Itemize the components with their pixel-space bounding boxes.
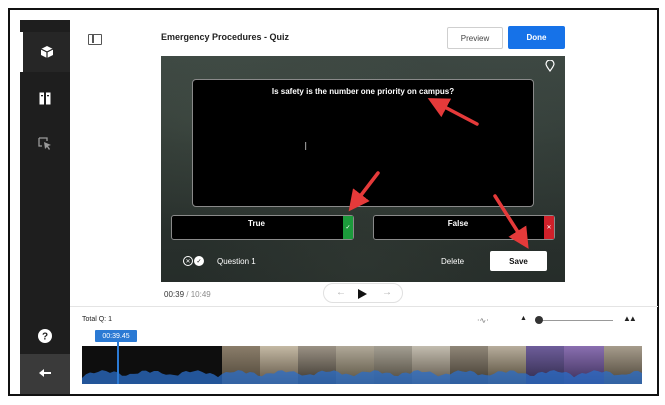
sidebar-item-hotspots[interactable] <box>20 124 70 164</box>
preview-button[interactable]: Preview <box>447 27 503 49</box>
question-footer: ✕ ✓ Question 1 Delete Save <box>161 249 565 277</box>
current-time: 00:39 <box>164 290 185 299</box>
total-questions-label: Total Q: 1 <box>82 316 112 323</box>
question-textbox[interactable]: Is safety is the number one priority on … <box>192 79 534 207</box>
answer-true[interactable]: True ✓ <box>171 215 354 240</box>
play-button[interactable] <box>358 289 367 299</box>
zoom-out-mountain-icon[interactable]: ▲ <box>520 315 527 322</box>
answer-false-label[interactable]: False <box>374 219 542 228</box>
question-type-toggle[interactable]: ✕ ✓ <box>183 256 204 266</box>
panel-layout-icon[interactable] <box>88 34 102 45</box>
step-back-arrow-icon[interactable]: ← <box>336 287 346 298</box>
left-sidebar: ? <box>20 20 70 394</box>
audio-waveform <box>82 370 642 384</box>
step-forward-arrow-icon[interactable]: → <box>382 287 392 298</box>
timeline-filmstrip[interactable] <box>82 346 642 384</box>
sidebar-item-chapters[interactable] <box>20 78 70 118</box>
cube-icon <box>40 46 53 58</box>
playhead-timecode: 00:39.45 <box>95 330 137 342</box>
incorrect-x-icon[interactable]: ✕ <box>544 216 554 239</box>
question-mark-icon: ? <box>38 329 52 343</box>
back-button[interactable] <box>20 354 70 394</box>
back-arrow-icon <box>39 369 51 377</box>
text-cursor-icon: I <box>304 140 308 153</box>
time-separator: / <box>184 290 191 299</box>
playback-time: 00:39 / 10:49 <box>164 290 211 299</box>
zoom-slider-handle[interactable] <box>535 316 543 324</box>
timeline-divider <box>70 306 658 307</box>
correct-check-icon[interactable]: ✓ <box>343 216 353 239</box>
svg-text:?: ? <box>42 332 48 343</box>
page-title: Emergency Procedures - Quiz <box>161 32 290 42</box>
done-button[interactable]: Done <box>508 26 565 49</box>
editor-toolbar: Emergency Procedures - Quiz Preview Done <box>70 20 658 54</box>
circle-check-icon: ✓ <box>194 256 204 266</box>
playback-controls: ← → <box>323 283 403 303</box>
location-pin-icon[interactable] <box>545 60 555 72</box>
video-stage: Is safety is the number one priority on … <box>161 56 565 282</box>
total-time: 10:49 <box>190 290 211 299</box>
question-text[interactable]: Is safety is the number one priority on … <box>193 87 533 96</box>
zoom-in-mountain-icon[interactable]: ▲▲ <box>623 314 637 323</box>
zoom-slider-track[interactable] <box>535 320 613 321</box>
question-number-label: Question 1 <box>217 257 256 266</box>
sidebar-item-interactions[interactable] <box>20 32 70 72</box>
waveform-toggle-icon[interactable]: ⋅∿⋅ <box>477 316 489 325</box>
save-button[interactable]: Save <box>490 251 547 271</box>
answer-true-label[interactable]: True <box>172 219 341 228</box>
book-icon <box>39 91 51 105</box>
pointer-select-icon <box>38 137 51 150</box>
playhead-marker[interactable] <box>117 342 119 384</box>
circle-x-icon: ✕ <box>183 256 193 266</box>
answer-false[interactable]: False ✕ <box>373 215 555 240</box>
help-button[interactable]: ? <box>20 316 70 356</box>
delete-button[interactable]: Delete <box>441 257 464 266</box>
